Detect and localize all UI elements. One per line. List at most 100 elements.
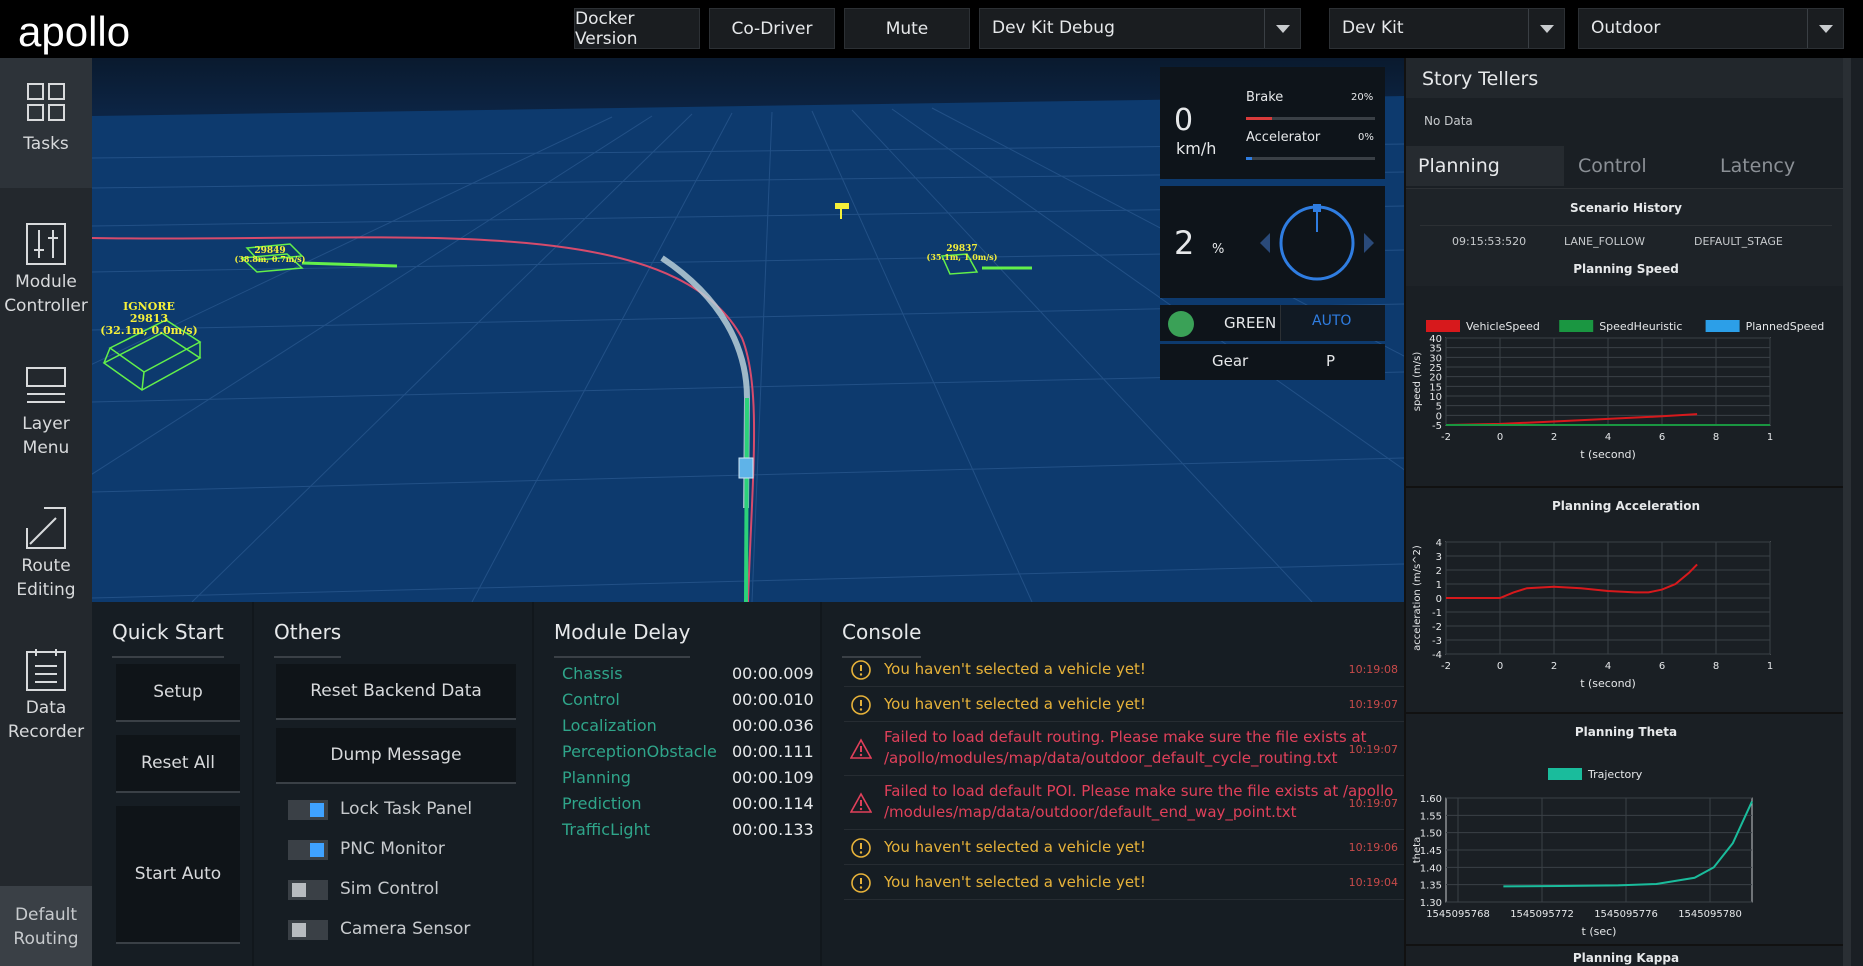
- pnc-monitor-label: PNC Monitor: [340, 839, 445, 859]
- camera-sensor-toggle[interactable]: [288, 920, 328, 940]
- module-delay-value: 00:00.010: [732, 690, 814, 709]
- right-panel-scrollbar[interactable]: [1843, 58, 1851, 966]
- planning-acceleration-title: Planning Acceleration: [1551, 499, 1701, 513]
- mute-button[interactable]: Mute: [844, 8, 970, 49]
- y-tick-label: 1.30: [1420, 898, 1442, 909]
- nav-module-controller[interactable]: Module Controller: [0, 200, 92, 330]
- x-tick-label: 1545095772: [1510, 909, 1574, 920]
- module-name: PerceptionObstacle: [562, 742, 717, 761]
- x-tick-label: 2: [1551, 661, 1557, 672]
- chevron-down-icon[interactable]: [1528, 9, 1564, 48]
- vehicle-dashboard: 0 km/h Brake 20% Accelerator 0% 2 % GREE…: [1160, 67, 1385, 380]
- console-message-line: /apollo/modules/map/data/outdoor_default…: [884, 749, 1338, 767]
- console-entry: You haven't selected a vehicle yet! 10:19…: [844, 652, 1404, 687]
- x-tick-label: 2: [1551, 432, 1557, 443]
- y-tick-label: 1: [1436, 580, 1442, 591]
- toggle-knob: [310, 803, 324, 817]
- reset-all-button[interactable]: Reset All: [116, 735, 240, 793]
- console-entry: You haven't selected a vehicle yet! 10:19…: [844, 830, 1404, 865]
- console-message: You haven't selected a vehicle yet!: [884, 659, 1146, 680]
- scrollbar-thumb[interactable]: [1843, 58, 1851, 966]
- brake-bar: [1246, 117, 1375, 120]
- vehicle-select-value: Dev Kit: [1342, 18, 1404, 38]
- top-bar: apollo Docker Version Co-Driver Mute Dev…: [0, 0, 1863, 58]
- no-data-text: No Data: [1424, 114, 1473, 128]
- y-tick-label: 0: [1436, 594, 1442, 605]
- y-tick-label: 1.40: [1420, 863, 1442, 874]
- tab-control[interactable]: Control: [1578, 146, 1698, 186]
- y-axis-label: acceleration (m/s^2): [1412, 545, 1423, 651]
- x-axis-label: t (second): [1580, 448, 1636, 461]
- steering-wheel-icon: [1260, 204, 1374, 281]
- reset-backend-data-button[interactable]: Reset Backend Data: [276, 664, 516, 720]
- planning-acceleration-chart: 43210-1-2-3-4-2 0 2 4 6 8 1t (second)accelerat…: [1412, 538, 1773, 690]
- story-tellers-title: Story Tellers: [1422, 68, 1539, 90]
- module-name: Prediction: [562, 794, 642, 813]
- x-tick-label: 0: [1497, 661, 1503, 672]
- nav-tasks-label: Tasks: [23, 134, 69, 154]
- module-name: Control: [562, 690, 620, 709]
- traffic-signal-light: [1168, 311, 1194, 337]
- vehicle-select[interactable]: Dev Kit: [1329, 8, 1565, 49]
- console-timestamp: 10:19:07: [1348, 742, 1398, 756]
- dump-message-button[interactable]: Dump Message: [276, 728, 516, 784]
- gear-panel: Gear P: [1160, 344, 1385, 380]
- y-tick-label: -3: [1432, 636, 1442, 647]
- console-message-line: /modules/map/data/outdoor/default_end_wa…: [884, 803, 1297, 821]
- nav-data-recorder-label: Data Recorder: [7, 698, 85, 742]
- y-tick-label: 1.50: [1420, 829, 1442, 840]
- console-message: You haven't selected a vehicle yet!: [884, 837, 1146, 858]
- nav-layer-menu[interactable]: Layer Menu: [0, 342, 92, 472]
- scenario-stage: DEFAULT_STAGE: [1694, 235, 1783, 248]
- y-tick-label: 1.55: [1420, 811, 1442, 822]
- warning-icon: [851, 659, 871, 680]
- module-name: Planning: [562, 768, 631, 787]
- console-entry: Failed to load default POI. Please make …: [844, 776, 1404, 830]
- x-tick-label: 4: [1605, 661, 1611, 672]
- legend-label: Trajectory: [1587, 768, 1643, 781]
- scenario-time: 09:15:53:520: [1452, 235, 1527, 248]
- warning-icon: [851, 872, 871, 893]
- toggle-knob: [292, 923, 306, 937]
- module-delay-value: 00:00.009: [732, 664, 814, 683]
- signal-panel: GREEN AUTO: [1160, 305, 1385, 341]
- mode-select[interactable]: Dev Kit Debug: [979, 8, 1301, 49]
- module-delay-value: 00:00.036: [732, 716, 814, 735]
- module-name: Chassis: [562, 664, 623, 683]
- obstacle-label-1c: (32.1m, 0.0m/s): [100, 324, 198, 337]
- x-tick-label: 1: [1767, 661, 1773, 672]
- steering-panel: 2 %: [1160, 186, 1385, 298]
- co-driver-button[interactable]: Co-Driver: [709, 8, 835, 49]
- module-delay-value: 00:00.111: [732, 742, 814, 761]
- nav-tasks[interactable]: Tasks: [0, 58, 92, 188]
- tab-latency[interactable]: Latency: [1720, 146, 1840, 186]
- map-select[interactable]: Outdoor: [1578, 8, 1844, 49]
- series-line: [1446, 563, 1698, 599]
- pnc-monitor-toggle[interactable]: [288, 840, 328, 860]
- y-axis-label: speed (m/s): [1412, 352, 1423, 412]
- lock-task-panel-label: Lock Task Panel: [340, 799, 473, 819]
- chevron-down-icon[interactable]: [1807, 9, 1843, 48]
- console-timestamp: 10:19:07: [1348, 698, 1398, 711]
- console-timestamp: 10:19:04: [1348, 876, 1398, 889]
- setup-button[interactable]: Setup: [116, 664, 240, 722]
- legend-swatch: [1426, 320, 1460, 332]
- story-tellers-panel: Story Tellers No Data Planning Control L…: [1404, 58, 1863, 966]
- docker-version-button[interactable]: Docker Version: [574, 8, 700, 49]
- nav-data-recorder[interactable]: Data Recorder: [0, 626, 92, 756]
- console-message-line: You haven't selected a vehicle yet!: [884, 695, 1146, 713]
- x-tick-label: 1545095776: [1594, 909, 1658, 920]
- nav-route-editing[interactable]: Route Editing: [0, 484, 92, 614]
- console-message: You haven't selected a vehicle yet!: [884, 694, 1146, 715]
- start-auto-button[interactable]: Start Auto: [116, 806, 240, 944]
- default-routing-button[interactable]: Default Routing: [0, 886, 92, 966]
- sim-control-toggle[interactable]: [288, 880, 328, 900]
- legend-label: SpeedHeuristic: [1599, 320, 1682, 333]
- x-tick-label: -2: [1441, 661, 1451, 672]
- tab-planning[interactable]: Planning: [1406, 146, 1564, 186]
- chevron-down-icon[interactable]: [1264, 9, 1300, 48]
- console-entry: Failed to load default routing. Please m…: [844, 722, 1404, 776]
- camera-sensor-label: Camera Sensor: [340, 919, 471, 939]
- lock-task-panel-toggle[interactable]: [288, 800, 328, 820]
- speed-unit: km/h: [1176, 139, 1217, 158]
